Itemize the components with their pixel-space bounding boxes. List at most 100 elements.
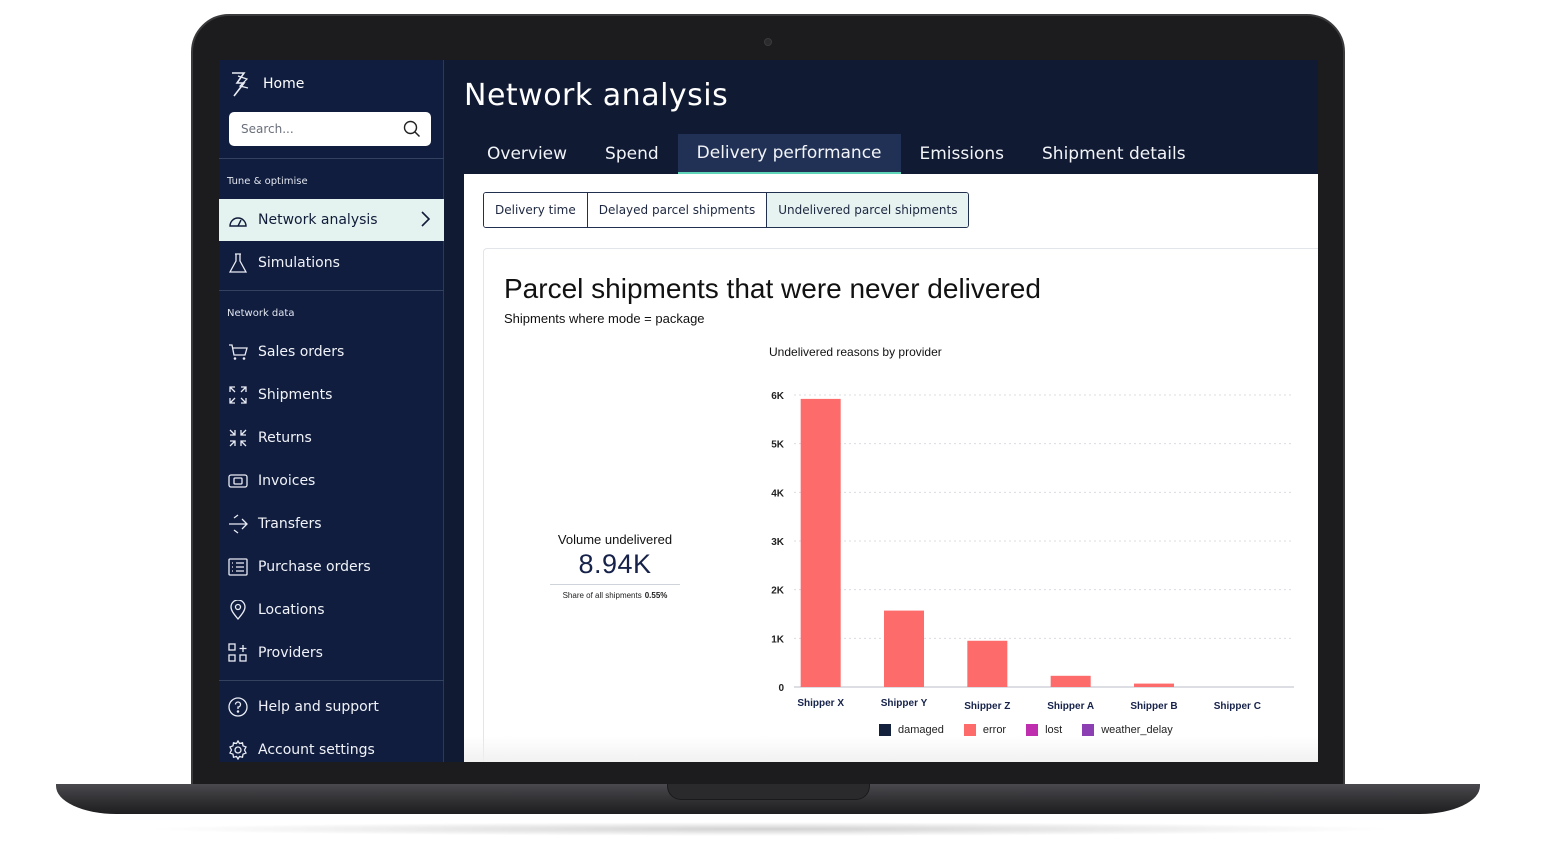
sidebar-item-invoices[interactable]: Invoices	[219, 460, 444, 502]
tab-delivery-performance[interactable]: Delivery performance	[677, 134, 901, 174]
expand-arrows-icon	[228, 385, 248, 405]
search-input[interactable]: Search...	[241, 122, 403, 136]
y-tick-label: 0	[778, 683, 784, 694]
sidebar-item-label: Locations	[258, 602, 325, 618]
legend-swatch	[879, 724, 891, 736]
legend-item-lost[interactable]: lost	[1026, 724, 1062, 736]
home-link[interactable]: Home	[229, 68, 304, 100]
tab-emissions[interactable]: Emissions	[901, 134, 1024, 174]
app-screen: Home Search... Tune & optimise Network a…	[219, 60, 1318, 762]
sidebar-item-network-analysis[interactable]: Network analysis	[219, 199, 444, 241]
card-title: Parcel shipments that were never deliver…	[504, 273, 1041, 304]
legend-item-damaged[interactable]: damaged	[879, 724, 944, 736]
x-tick-label: Shipper Z	[964, 701, 1010, 712]
search-box[interactable]: Search...	[229, 112, 431, 146]
list-icon	[228, 557, 248, 577]
legend-swatch	[963, 724, 976, 736]
x-tick-label: Shipper Y	[881, 698, 928, 709]
laptop-shadow	[140, 822, 1400, 836]
tab-bar: Overview Spend Delivery performance Emis…	[468, 134, 1205, 174]
tab-spend[interactable]: Spend	[586, 134, 678, 174]
divider	[219, 158, 444, 159]
legend-item-error[interactable]: error	[963, 724, 1007, 736]
sidebar-item-label: Invoices	[258, 473, 316, 489]
sidebar-item-label: Shipments	[258, 387, 333, 403]
legend-label: damaged	[898, 724, 944, 736]
kpi-volume-undelivered: Volume undelivered 8.94K Share of all sh…	[550, 532, 680, 600]
x-tick-label: Shipper B	[1130, 701, 1177, 712]
legend-label: lost	[1045, 724, 1063, 736]
bar-error	[800, 398, 841, 687]
chart-legend: damaged error lost weather_delay	[879, 724, 1173, 736]
bar-error	[1134, 683, 1174, 687]
sidebar-item-label: Network analysis	[258, 212, 378, 228]
sidebar-item-label: Returns	[258, 430, 312, 446]
y-tick-label: 2K	[771, 586, 785, 597]
sidebar-item-purchase-orders[interactable]: Purchase orders	[219, 546, 444, 588]
sidebar-item-providers[interactable]: Providers	[219, 632, 444, 674]
flask-icon	[228, 253, 248, 273]
tab-overview[interactable]: Overview	[468, 134, 586, 174]
chart-title: Undelivered reasons by provider	[769, 345, 942, 359]
kpi-share-value: 0.55%	[644, 591, 668, 600]
y-tick-label: 6K	[771, 391, 785, 402]
collapse-arrows-icon	[228, 428, 248, 448]
search-icon[interactable]	[403, 120, 421, 138]
logo-icon	[232, 72, 249, 97]
x-tick-label: Shipper A	[1047, 701, 1094, 712]
tab-shipment-details[interactable]: Shipment details	[1023, 134, 1205, 174]
sidebar-item-transfers[interactable]: Transfers	[219, 503, 444, 545]
cart-icon	[228, 342, 248, 362]
section-label-tune: Tune & optimise	[227, 176, 308, 187]
subtab-group: Delivery time Delayed parcel shipments U…	[483, 192, 970, 228]
sidebar: Home Search... Tune & optimise Network a…	[219, 60, 444, 762]
legend-swatch	[1082, 724, 1095, 736]
camera-icon	[764, 38, 772, 46]
invoice-icon	[228, 471, 248, 491]
y-tick-label: 5K	[771, 440, 785, 451]
page-title: Network analysis	[464, 78, 729, 113]
sidebar-item-simulations[interactable]: Simulations	[219, 242, 444, 284]
sidebar-item-label: Simulations	[258, 255, 340, 271]
bar-chart: 0 1K 2K 3K 4K 5K 6K Shipper X Shipper Y Shipper Z…	[771, 391, 1294, 712]
transfer-icon	[228, 514, 248, 534]
subtab-delayed-parcel-shipments[interactable]: Delayed parcel shipments	[587, 193, 768, 227]
sidebar-item-label: Account settings	[258, 742, 375, 758]
location-pin-icon	[228, 600, 248, 620]
gauge-icon	[228, 210, 248, 230]
divider	[219, 290, 444, 291]
bar-error	[884, 610, 924, 687]
bar-error	[967, 640, 1008, 687]
kpi-share: Share of all shipments 0.55%	[550, 591, 680, 600]
legend-label: error	[982, 724, 1007, 736]
chevron-right-icon	[421, 211, 430, 227]
divider	[219, 680, 444, 681]
kpi-value: 8.94K	[578, 549, 652, 579]
sidebar-item-locations[interactable]: Locations	[219, 589, 444, 631]
sidebar-item-label: Transfers	[258, 516, 322, 532]
sidebar-item-account-settings[interactable]: Account settings	[219, 729, 444, 762]
sidebar-item-label: Providers	[258, 645, 323, 661]
kpi-label: Volume undelivered	[557, 532, 673, 547]
sidebar-item-help[interactable]: Help and support	[219, 686, 444, 728]
legend-item-weather-delay[interactable]: weather_delay	[1082, 724, 1173, 736]
x-tick-label: Shipper X	[797, 698, 844, 709]
bar-error	[1050, 675, 1091, 687]
sidebar-item-returns[interactable]: Returns	[219, 417, 444, 459]
main-content: Network analysis Overview Spend Delivery…	[444, 60, 1318, 762]
gear-icon	[228, 740, 248, 760]
sidebar-item-sales-orders[interactable]: Sales orders	[219, 331, 444, 373]
subtab-delivery-time[interactable]: Delivery time	[484, 193, 588, 227]
kpi-share-label: Share of all shipments	[562, 591, 642, 600]
x-tick-label: Shipper C	[1214, 701, 1261, 712]
legend-label: weather_delay	[1101, 724, 1173, 736]
providers-icon	[228, 643, 248, 663]
section-label-network-data: Network data	[227, 308, 295, 319]
sidebar-item-label: Sales orders	[258, 344, 345, 360]
subtab-undelivered-parcel-shipments[interactable]: Undelivered parcel shipments	[767, 193, 969, 227]
laptop-mockup: Home Search... Tune & optimise Network a…	[0, 0, 1544, 868]
sidebar-item-shipments[interactable]: Shipments	[219, 374, 444, 416]
home-label: Home	[263, 76, 305, 92]
kpi-divider	[550, 584, 680, 585]
help-icon	[228, 697, 248, 717]
